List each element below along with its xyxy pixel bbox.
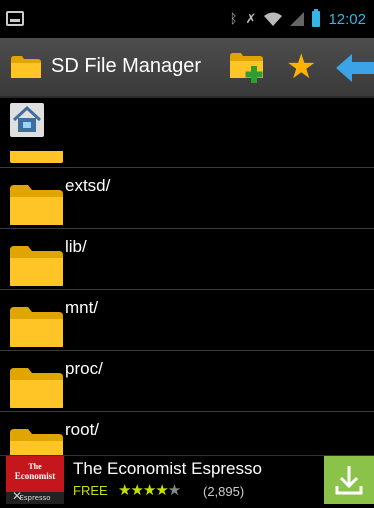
folder-icon [10, 307, 63, 347]
app-folder-icon [11, 56, 41, 78]
clock: 12:02 [328, 10, 366, 28]
file-name: root/ [65, 420, 100, 439]
file-name: proc/ [65, 359, 103, 378]
folder-icon [10, 151, 63, 163]
battery-icon [312, 9, 321, 27]
folder-icon [10, 246, 63, 286]
folder-icon [10, 368, 63, 408]
status-icons: ᛒ ✗ 12:02 [229, 9, 366, 28]
folder-icon [10, 429, 63, 455]
rating-count: (2,895) [203, 484, 245, 499]
list-item[interactable]: mnt/ [0, 289, 374, 351]
folder-icon [10, 185, 63, 225]
new-folder-icon[interactable] [230, 53, 268, 83]
home-icon [12, 105, 42, 132]
list-item[interactable]: extsd/ [0, 167, 374, 229]
ad-logo-line1: The [28, 462, 42, 471]
ad-banner[interactable]: The Economist Espresso ✕ The Economist E… [0, 455, 374, 504]
download-icon [335, 466, 363, 495]
image-icon [6, 11, 24, 26]
file-name: lib/ [65, 237, 87, 256]
star-icon[interactable]: ★ [286, 49, 316, 85]
home-button[interactable] [10, 103, 44, 137]
rating-stars: ★★★★★ [118, 481, 181, 499]
ad-price: FREE [73, 483, 108, 498]
file-name: extsd/ [65, 176, 111, 195]
bluetooth-icon: ᛒ [229, 11, 238, 27]
ad-title: The Economist Espresso [73, 459, 262, 478]
no-sim-icon: ✗ [245, 11, 257, 27]
back-arrow-icon[interactable] [336, 54, 374, 82]
ad-logo-line2: Economist [14, 471, 56, 481]
file-list: extsd/ lib/ mnt/ proc/ root/ [0, 96, 374, 455]
app-title: SD File Manager [51, 55, 202, 77]
action-bar: SD File Manager ★ [0, 38, 374, 98]
signal-icon [290, 12, 305, 26]
download-button[interactable] [324, 456, 374, 504]
wifi-icon [264, 12, 283, 26]
status-bar: ᛒ ✗ 12:02 [0, 0, 374, 38]
list-item[interactable]: proc/ [0, 350, 374, 412]
close-icon[interactable]: ✕ [12, 489, 22, 503]
file-name: mnt/ [65, 298, 99, 317]
list-item[interactable]: root/ [0, 411, 374, 455]
list-item[interactable]: lib/ [0, 228, 374, 290]
